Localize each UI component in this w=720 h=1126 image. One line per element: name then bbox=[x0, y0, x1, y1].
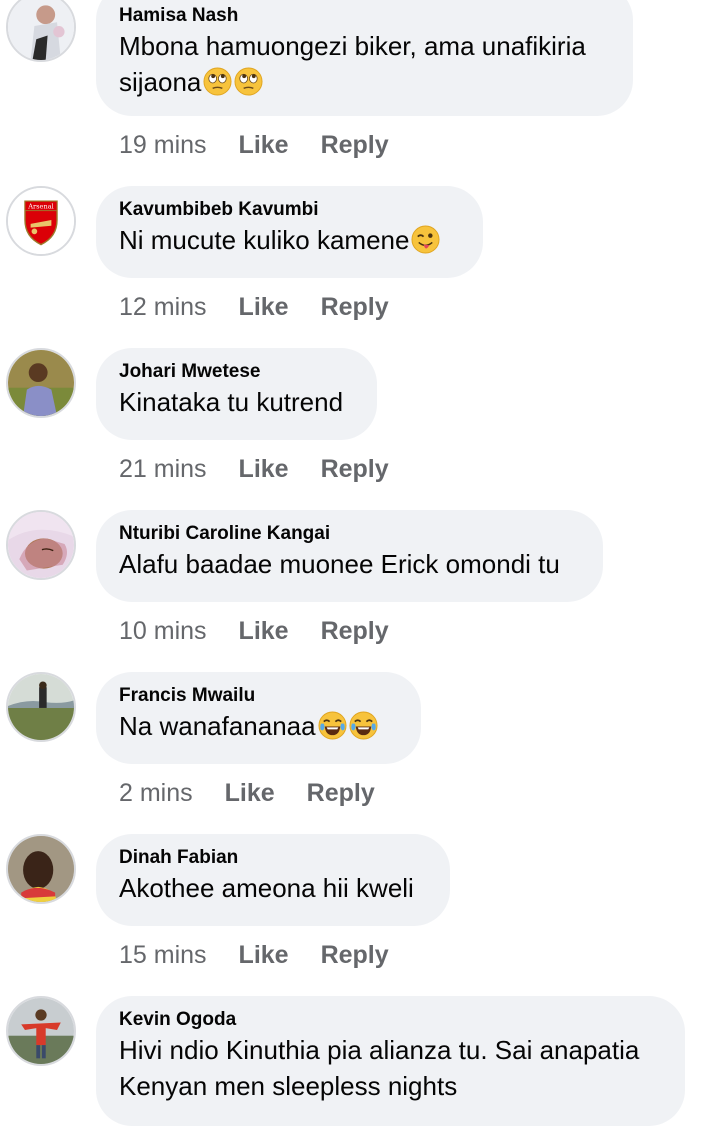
comment-text-line: Akothee ameona hii kweli bbox=[119, 873, 414, 903]
comment-text-line: Kinataka tu kutrend bbox=[119, 387, 344, 417]
comment-bubble: Nturibi Caroline Kangai Alafu baadae muo… bbox=[96, 510, 603, 602]
comment-text-line: Hivi ndio Kinuthia pia alianza tu. Sai a… bbox=[119, 1035, 640, 1065]
comment-meta: 10 mins Like Reply bbox=[119, 616, 389, 646]
comment-text-line: Alafu baadae muonee Erick omondi tu bbox=[119, 549, 560, 579]
avatar[interactable] bbox=[6, 996, 76, 1066]
tears-of-joy-emoji-icon bbox=[318, 711, 347, 740]
comment-timestamp[interactable]: 21 mins bbox=[119, 455, 207, 483]
comment-text-line: sijaona bbox=[119, 67, 202, 97]
like-button[interactable]: Like bbox=[239, 941, 289, 969]
comment-timestamp[interactable]: 10 mins bbox=[119, 617, 207, 645]
comment-text: Na wanafananaa bbox=[119, 708, 397, 744]
comment-bubble: Kavumbibeb Kavumbi Ni mucute kuliko kame… bbox=[96, 186, 483, 278]
comment-author[interactable]: Francis Mwailu bbox=[119, 684, 397, 708]
comment-bubble: Hamisa Nash Mbona hamuongezi biker, ama … bbox=[96, 0, 633, 116]
reply-button[interactable]: Reply bbox=[321, 455, 389, 483]
comment-bubble: Johari Mwetese Kinataka tu kutrend bbox=[96, 348, 377, 440]
reply-button[interactable]: Reply bbox=[321, 617, 389, 645]
avatar[interactable] bbox=[6, 0, 76, 62]
avatar[interactable] bbox=[6, 834, 76, 904]
comment-text: Ni mucute kuliko kamene bbox=[119, 222, 459, 258]
comment-text: Mbona hamuongezi biker, ama unafikiria s… bbox=[119, 28, 609, 100]
comment-meta: 12 mins Like Reply bbox=[119, 292, 389, 322]
like-button[interactable]: Like bbox=[225, 779, 275, 807]
avatar[interactable] bbox=[6, 672, 76, 742]
comment-text-line: Kenyan men sleepless nights bbox=[119, 1071, 458, 1101]
tears-of-joy-emoji-icon bbox=[349, 711, 378, 740]
comment-meta: 21 mins Like Reply bbox=[119, 454, 389, 484]
comment-author[interactable]: Johari Mwetese bbox=[119, 360, 353, 384]
comment-meta: 15 mins Like Reply bbox=[119, 940, 389, 970]
avatar[interactable] bbox=[6, 348, 76, 418]
comment-timestamp[interactable]: 19 mins bbox=[119, 131, 207, 159]
reply-button[interactable]: Reply bbox=[307, 779, 375, 807]
comment-timestamp[interactable]: 15 mins bbox=[119, 941, 207, 969]
comment-author[interactable]: Kavumbibeb Kavumbi bbox=[119, 198, 459, 222]
comment-text: Alafu baadae muonee Erick omondi tu bbox=[119, 546, 579, 582]
avatar[interactable]: Arsenal bbox=[6, 186, 76, 256]
reply-button[interactable]: Reply bbox=[321, 293, 389, 321]
comment-text: Kinataka tu kutrend bbox=[119, 384, 353, 420]
comment-meta: 19 mins Like Reply bbox=[119, 130, 389, 160]
comment-author[interactable]: Dinah Fabian bbox=[119, 846, 426, 870]
comment-meta: 2 mins Like Reply bbox=[119, 778, 375, 808]
comment-text-line: Ni mucute kuliko kamene bbox=[119, 225, 410, 255]
comment-text-line: Na wanafananaa bbox=[119, 711, 316, 741]
reply-button[interactable]: Reply bbox=[321, 941, 389, 969]
like-button[interactable]: Like bbox=[239, 455, 289, 483]
avatar-badge-text: Arsenal bbox=[27, 203, 54, 211]
comment-timestamp[interactable]: 2 mins bbox=[119, 779, 193, 807]
comment-bubble: Kevin Ogoda Hivi ndio Kinuthia pia alian… bbox=[96, 996, 685, 1126]
comment-text: Akothee ameona hii kweli bbox=[119, 870, 426, 906]
avatar[interactable] bbox=[6, 510, 76, 580]
comment-bubble: Dinah Fabian Akothee ameona hii kweli bbox=[96, 834, 450, 926]
winking-tongue-emoji-icon bbox=[411, 225, 440, 254]
rolling-eyes-emoji-icon bbox=[203, 67, 232, 96]
comment-author[interactable]: Hamisa Nash bbox=[119, 4, 609, 28]
like-button[interactable]: Like bbox=[239, 617, 289, 645]
comment-timestamp[interactable]: 12 mins bbox=[119, 293, 207, 321]
rolling-eyes-emoji-icon bbox=[234, 67, 263, 96]
comment-author[interactable]: Nturibi Caroline Kangai bbox=[119, 522, 579, 546]
reply-button[interactable]: Reply bbox=[321, 131, 389, 159]
comment-text-line: Mbona hamuongezi biker, ama unafikiria bbox=[119, 31, 586, 61]
comment-text: Hivi ndio Kinuthia pia alianza tu. Sai a… bbox=[119, 1032, 661, 1104]
like-button[interactable]: Like bbox=[239, 293, 289, 321]
comment-bubble: Francis Mwailu Na wanafananaa bbox=[96, 672, 421, 764]
comment-author[interactable]: Kevin Ogoda bbox=[119, 1008, 661, 1032]
like-button[interactable]: Like bbox=[239, 131, 289, 159]
